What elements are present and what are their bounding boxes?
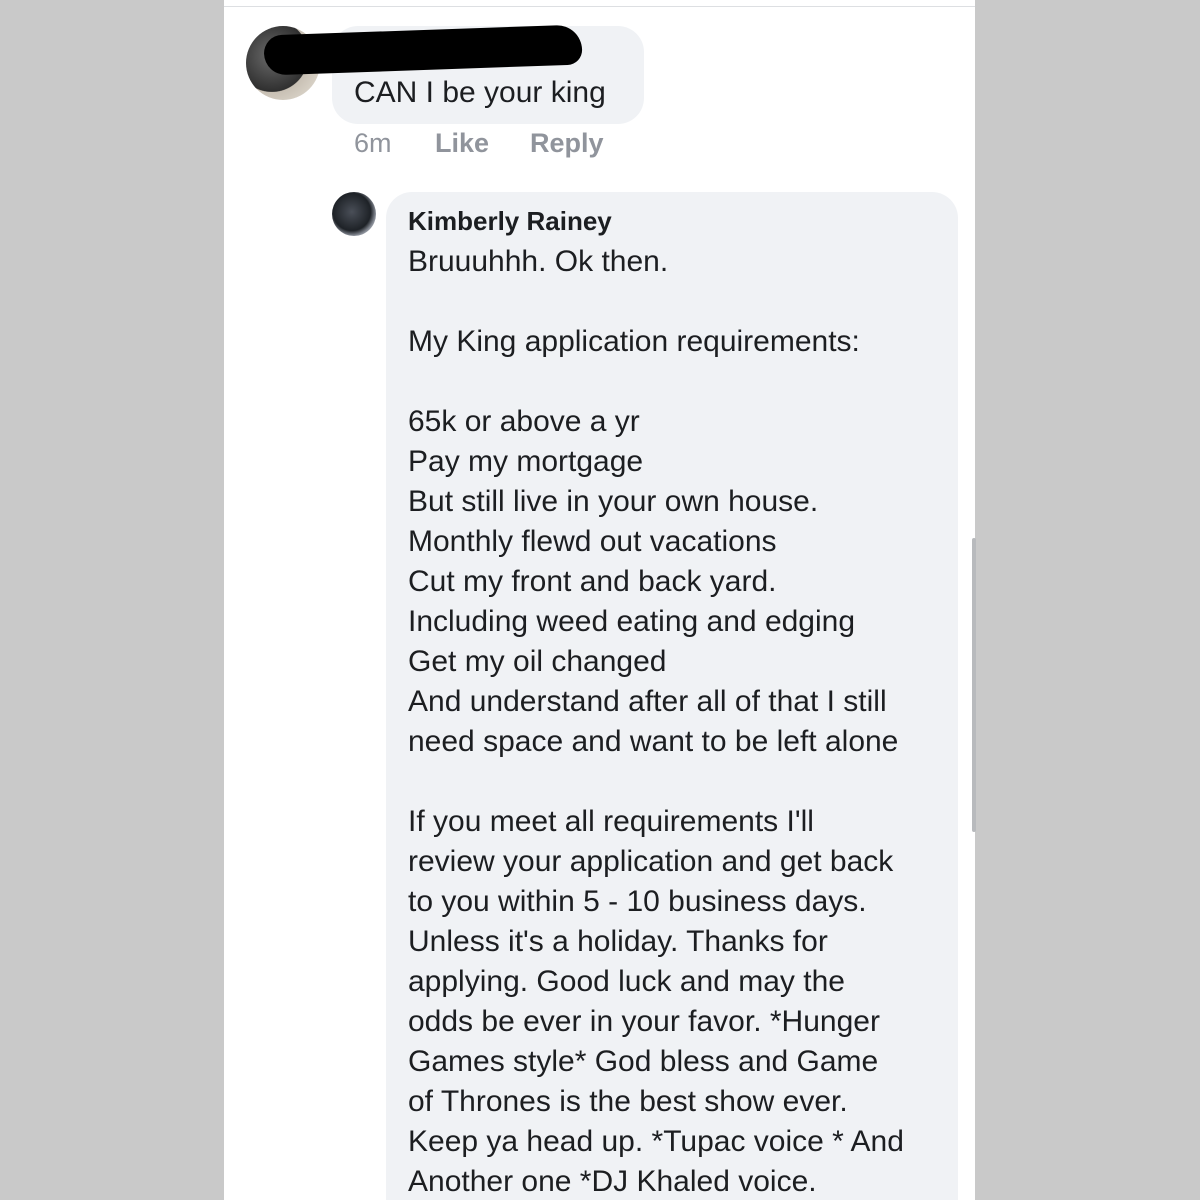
reply-line: to you within 5 - 10 business days. <box>408 885 867 918</box>
reply-line: Another one *DJ Khaled voice. <box>408 1165 817 1198</box>
comment-timestamp: 6m <box>354 128 392 158</box>
reply-line: review your application and get back <box>408 845 894 878</box>
like-button[interactable]: Like <box>435 128 489 159</box>
reply-line: need space and want to be left alone <box>408 725 899 758</box>
reply-line: Unless it's a holiday. Thanks for <box>408 925 828 958</box>
reply-line: Pay my mortgage <box>408 445 644 478</box>
reply-line: Bruuuhhh. Ok then. <box>408 245 669 278</box>
reply-body: Bruuuhhh. Ok then. My King application r… <box>408 242 948 1200</box>
reply-line: applying. Good luck and may the <box>408 965 845 998</box>
divider <box>224 6 975 7</box>
reply-line: of Thrones is the best show ever. <box>408 1085 848 1118</box>
reply-line: Games style* God bless and Game <box>408 1045 879 1078</box>
reply-line: Including weed eating and edging <box>408 605 856 638</box>
reply-line: But still live in your own house. <box>408 485 819 518</box>
reply-line: odds be ever in your favor. *Hunger <box>408 1005 880 1038</box>
reply-line: 65k or above a yr <box>408 405 640 438</box>
comment-text: CAN I be your king <box>354 76 606 109</box>
reply-line: Cut my front and back yard. <box>408 565 777 598</box>
reply-line: Keep ya head up. *Tupac voice * And <box>408 1125 904 1158</box>
reply-line <box>408 282 948 322</box>
reply-line <box>408 762 948 802</box>
reply-bubble: Kimberly Rainey Bruuuhhh. Ok then. My Ki… <box>386 192 958 1200</box>
reply-line: Monthly flewd out vacations <box>408 525 777 558</box>
reply-line: My King application requirements: <box>408 325 860 358</box>
reply-line: If you meet all requirements I'll <box>408 805 814 838</box>
reply-author-name[interactable]: Kimberly Rainey <box>408 206 612 237</box>
reply-line <box>408 362 948 402</box>
reply-line: And understand after all of that I still <box>408 685 887 718</box>
reply-button[interactable]: Reply <box>530 128 604 159</box>
comment-thread: CAN I be your king 6m Like Reply Kimberl… <box>224 0 975 1200</box>
scrollbar[interactable] <box>972 538 976 832</box>
reply-line: Get my oil changed <box>408 645 667 678</box>
reply-avatar-icon[interactable] <box>332 192 376 236</box>
